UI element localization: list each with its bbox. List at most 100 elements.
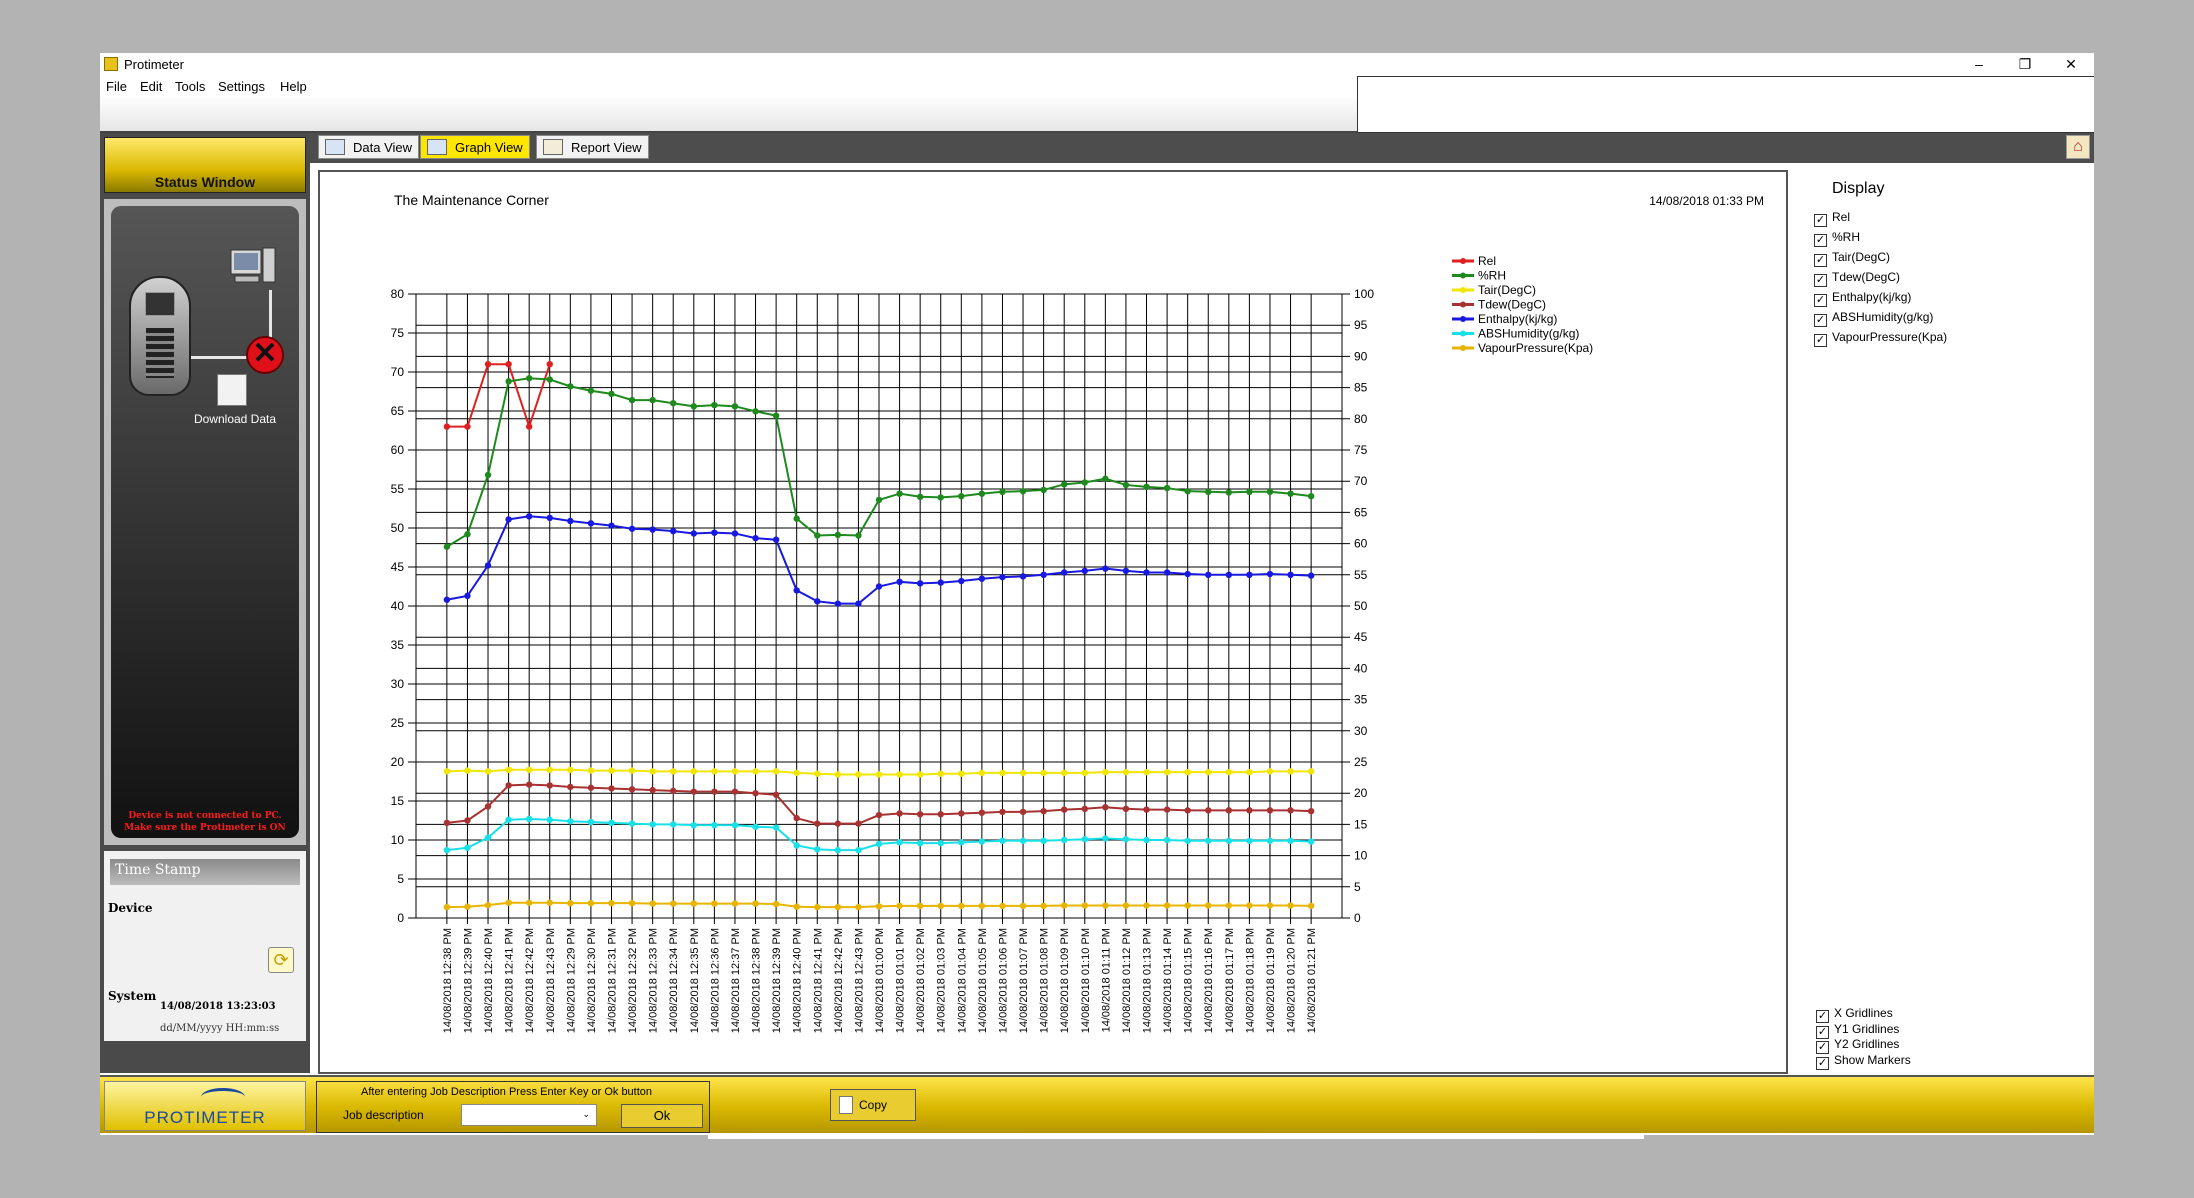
- series-toggle-rel[interactable]: ✓ Rel: [1814, 210, 1850, 227]
- x-tick-label: 14/08/2018 01:10 PM: [1080, 928, 1092, 1033]
- y2-tick-label: 15: [1354, 817, 1368, 831]
- restore-button[interactable]: ❐: [2002, 53, 2048, 76]
- checkbox-icon[interactable]: ✓: [1814, 314, 1827, 327]
- series-toggle--rh[interactable]: ✓ %RH: [1814, 230, 1860, 247]
- tab-data-view[interactable]: Data View: [318, 135, 420, 159]
- menu-file[interactable]: File: [106, 79, 127, 94]
- data-point--rh: [855, 532, 862, 539]
- y1-tick-label: 65: [391, 404, 405, 418]
- data-point--rh: [1287, 490, 1294, 497]
- y2-tick-label: 50: [1354, 599, 1368, 613]
- x-tick-label: 14/08/2018 01:17 PM: [1224, 928, 1236, 1033]
- series-toggle-enthalpy-kj-kg[interactable]: ✓ Enthalpy(kj/kg): [1814, 290, 1911, 307]
- bottom-bar: PROTIMETER After entering Job Descriptio…: [100, 1075, 2094, 1133]
- data-point-abshumidity-g-kg: [1040, 837, 1047, 844]
- x-tick-label: 14/08/2018 12:33 PM: [648, 928, 660, 1033]
- download-data-icon[interactable]: [217, 374, 247, 406]
- data-point-rel: [546, 361, 553, 368]
- chart-svg: 0 5 10 15 20 25 30 35 40 45 50 55 60 65 70 75 80 0 5 10 15 20…: [391, 254, 1594, 1033]
- checkbox-icon[interactable]: ✓: [1814, 234, 1827, 247]
- data-point-tair-degc: [978, 769, 986, 777]
- data-point-abshumidity-g-kg: [958, 839, 965, 846]
- data-point-tair-degc: [608, 767, 615, 774]
- data-point-tair-degc: [505, 766, 512, 773]
- home-icon[interactable]: ⌂: [2066, 135, 2090, 159]
- data-point-abshumidity-g-kg: [978, 838, 986, 845]
- checkbox-icon[interactable]: ✓: [1814, 294, 1827, 307]
- checkbox-icon[interactable]: ✓: [1816, 1056, 1829, 1070]
- checkbox-icon[interactable]: ✓: [1814, 334, 1827, 347]
- menu-edit[interactable]: Edit: [140, 79, 162, 94]
- data-point-abshumidity-g-kg: [505, 816, 512, 823]
- y2-tick-label: 30: [1354, 724, 1368, 738]
- y2-tick-label: 55: [1354, 568, 1368, 582]
- data-point-enthalpy-kj-kg: [772, 536, 780, 543]
- y1-tick-label: 0: [397, 911, 404, 925]
- data-point-tdew-degc: [752, 790, 759, 797]
- data-point--rh: [670, 400, 677, 407]
- tab-graph-view[interactable]: Graph View: [420, 135, 530, 159]
- data-point-abshumidity-g-kg: [1143, 836, 1150, 844]
- job-description-combobox[interactable]: ⌄: [461, 1104, 597, 1126]
- data-point-tdew-degc: [1287, 807, 1294, 814]
- legend-marker: [1460, 330, 1466, 337]
- chevron-down-icon[interactable]: ⌄: [582, 1109, 590, 1120]
- checkbox-icon[interactable]: ✓: [1814, 254, 1827, 267]
- y2-tick-label: 20: [1354, 786, 1368, 800]
- device-time-label: Device: [108, 901, 153, 915]
- grid-toggle-y2-gridlines[interactable]: ✓ Y2 Gridlines: [1816, 1037, 1899, 1054]
- x-tick-label: 14/08/2018 01:21 PM: [1306, 928, 1318, 1033]
- series-toggle-vapourpressure-kpa[interactable]: ✓ VapourPressure(Kpa): [1814, 330, 1947, 347]
- grid-toggle-x-gridlines[interactable]: ✓ X Gridlines: [1816, 1006, 1893, 1023]
- data-point-tdew-degc: [1143, 806, 1150, 813]
- device-warning-line1: Device is not connected to PC.: [128, 811, 282, 821]
- data-point-vapourpressure-kpa: [834, 903, 842, 911]
- display-options-panel: Display ✓ Rel ✓ %RH ✓ Tair(DegC) ✓ Tdew(DegC) ✓ E…: [1792, 170, 2094, 1074]
- menu-settings[interactable]: Settings: [218, 79, 265, 94]
- data-point--rh: [1163, 484, 1171, 492]
- data-point--rh: [1205, 488, 1212, 496]
- menu-tools[interactable]: Tools: [175, 79, 205, 94]
- data-point-rel: [464, 423, 471, 430]
- y2-tick-label: 75: [1354, 443, 1368, 457]
- ok-button[interactable]: Ok: [621, 1104, 703, 1128]
- grid-toggle-y1-gridlines[interactable]: ✓ Y1 Gridlines: [1816, 1022, 1899, 1039]
- data-point--rh: [546, 376, 553, 383]
- data-point-enthalpy-kj-kg: [484, 562, 492, 569]
- series-toggle-tair-degc[interactable]: ✓ Tair(DegC): [1814, 250, 1890, 267]
- y1-tick-label: 50: [391, 521, 405, 535]
- data-point-tair-degc: [772, 768, 780, 775]
- data-point-abshumidity-g-kg: [525, 815, 533, 823]
- copy-icon: [839, 1096, 853, 1114]
- data-point-vapourpressure-kpa: [1246, 902, 1253, 909]
- data-point-enthalpy-kj-kg: [1307, 572, 1315, 579]
- system-time-label: System: [108, 989, 157, 1003]
- meter-keypad: [146, 328, 174, 378]
- graph-view-icon: [427, 139, 447, 155]
- data-point-abshumidity-g-kg: [711, 821, 718, 829]
- minimize-button[interactable]: –: [1956, 53, 2002, 76]
- download-data-label[interactable]: Download Data: [175, 412, 295, 426]
- series-toggle-tdew-degc[interactable]: ✓ Tdew(DegC): [1814, 270, 1900, 287]
- data-point-abshumidity-g-kg: [814, 846, 821, 853]
- tab-report-view[interactable]: Report View: [536, 135, 649, 159]
- close-button[interactable]: ✕: [2048, 53, 2094, 76]
- report-view-icon: [543, 139, 563, 155]
- x-tick-label: 14/08/2018 01:00 PM: [874, 928, 886, 1033]
- data-point-tdew-degc: [484, 803, 492, 810]
- copy-button[interactable]: Copy: [830, 1089, 916, 1121]
- timestamp-panel: Time Stamp Device ⟳ System 14/08/2018 13…: [104, 851, 306, 1041]
- x-tick-label: 14/08/2018 12:34 PM: [668, 928, 680, 1033]
- series-toggle-abshumidity-g-kg[interactable]: ✓ ABSHumidity(g/kg): [1814, 310, 1933, 327]
- menu-help[interactable]: Help: [280, 79, 307, 94]
- refresh-icon[interactable]: ⟳: [268, 947, 294, 973]
- data-point-tdew-degc: [999, 808, 1006, 816]
- data-point-tdew-degc: [896, 810, 903, 817]
- checkbox-icon[interactable]: ✓: [1814, 274, 1827, 287]
- data-point-rel: [443, 423, 451, 430]
- checkbox-icon[interactable]: ✓: [1814, 214, 1827, 227]
- grid-toggle-show-markers[interactable]: ✓ Show Markers: [1816, 1053, 1911, 1070]
- data-point-enthalpy-kj-kg: [505, 516, 512, 523]
- data-point-vapourpressure-kpa: [587, 899, 595, 907]
- data-point-abshumidity-g-kg: [752, 823, 759, 830]
